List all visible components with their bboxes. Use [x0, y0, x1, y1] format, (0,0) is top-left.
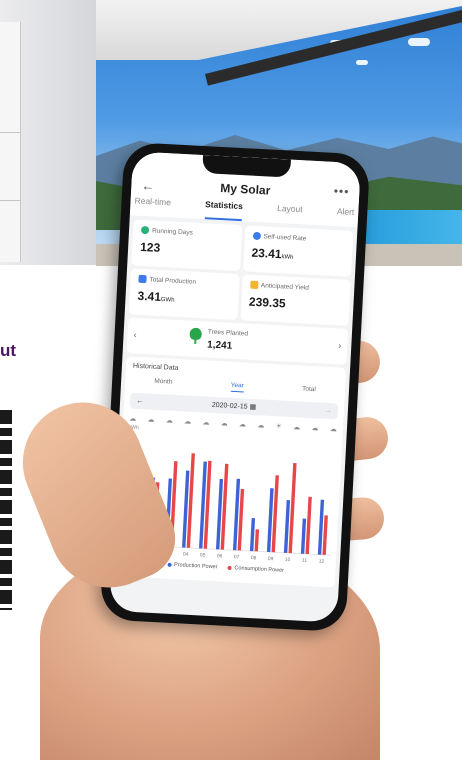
chevron-left-icon[interactable]: ‹ [133, 330, 137, 340]
card-running-days[interactable]: Running Days 123 [131, 219, 242, 272]
card-label-row: Self-used Rate [252, 231, 345, 245]
card-self-used-rate[interactable]: Self-used Rate 23.41kWh [242, 225, 354, 277]
more-icon[interactable]: ••• [333, 184, 349, 199]
bar-consumption-11[interactable] [305, 496, 312, 555]
card-value: 23.41kWh [251, 246, 344, 265]
cloud-icon: ☁ [202, 419, 210, 427]
cloud [408, 38, 430, 46]
card-label-row: Anticipated Yield [249, 280, 343, 294]
x-tick-label: 05 [200, 552, 206, 558]
card-total-production[interactable]: Total Production 3.41GWh [128, 268, 240, 321]
bar-consumption-10[interactable] [288, 462, 297, 554]
card-label: Total Production [149, 275, 197, 286]
x-tick-label: 04 [183, 552, 189, 558]
tab-layout[interactable]: Layout [276, 203, 303, 224]
bar-consumption-12[interactable] [322, 515, 328, 555]
tab-month[interactable]: Month [154, 378, 172, 389]
card-value-number: 123 [139, 239, 161, 255]
card-value: 123 [140, 240, 233, 259]
legend-swatch [227, 565, 232, 571]
stack-icon [138, 274, 147, 284]
tab-alert[interactable]: Alert [336, 206, 355, 227]
card-unit: kWh [281, 254, 294, 261]
cloud-icon: ☁ [147, 416, 155, 424]
bar-consumption-09[interactable] [271, 475, 279, 553]
cloud-icon: ☁ [183, 418, 192, 426]
card-label: Self-used Rate [263, 232, 307, 243]
x-tick-label: 09 [268, 556, 274, 562]
tree-icon [189, 327, 203, 341]
section-title: Historical Data [132, 362, 179, 373]
side-text: ut [0, 341, 17, 360]
card-label: Anticipated Yield [260, 281, 310, 292]
legend-label: Production Power [173, 562, 218, 571]
bar-production-11[interactable] [300, 518, 307, 554]
bar-consumption-08[interactable] [254, 529, 260, 552]
cloud [356, 60, 368, 65]
card-label: Running Days [151, 226, 194, 237]
legend-item: Consumption Power [227, 565, 284, 574]
cloud-icon: ☁ [311, 425, 319, 433]
trees-value: 1,241 [206, 339, 233, 352]
tab-total[interactable]: Total [302, 386, 316, 397]
cloud-icon: ☁ [128, 415, 137, 423]
cloud-icon: ☁ [220, 420, 228, 428]
clock-icon [140, 225, 150, 235]
card-unit: GWh [160, 297, 175, 304]
x-tick-label: 08 [251, 555, 257, 561]
legend-item: Production Power [167, 562, 218, 571]
tab-year[interactable]: Year [230, 381, 244, 393]
bar-consumption-06[interactable] [220, 463, 229, 550]
trees-label: Trees Planted [207, 328, 249, 338]
sun-icon: ☀ [275, 423, 283, 431]
cloud-icon: ☁ [257, 422, 265, 430]
cloud-icon: ☁ [165, 417, 173, 425]
card-value: 3.41GWh [137, 289, 230, 308]
date-label[interactable]: 2020-02-15 ▦ [130, 397, 338, 416]
battery-panel [0, 22, 21, 262]
x-tick-label: 07 [234, 554, 240, 560]
tab-statistics[interactable]: Statistics [204, 199, 244, 222]
date-value: 2020-02-15 [211, 401, 248, 411]
x-tick-label: 10 [285, 557, 291, 563]
card-value-number: 239.35 [248, 294, 287, 311]
calendar-icon: ▦ [249, 403, 257, 412]
legend-swatch [167, 562, 172, 567]
x-tick-label: 06 [217, 553, 223, 559]
qr-code-fragment [0, 410, 12, 610]
arrow-right-icon[interactable]: → [324, 406, 332, 415]
pie-icon [252, 231, 261, 241]
card-value: 239.35 [249, 295, 342, 314]
cloud-icon: ☁ [293, 424, 301, 432]
card-label-row: Running Days [140, 225, 234, 239]
bar-production-08[interactable] [249, 518, 256, 552]
coins-icon [249, 280, 259, 290]
stat-cards: Running Days 123 Self-used Rate 23.41kWh… [125, 215, 358, 326]
card-label-row: Total Production [138, 274, 231, 288]
tab-real-time[interactable]: Real-time [134, 195, 171, 217]
card-value-number: 23.41 [251, 245, 282, 262]
x-tick-label: 11 [302, 558, 308, 564]
cloud-icon: ☁ [329, 426, 337, 434]
chevron-right-icon[interactable]: › [338, 340, 342, 350]
cloud-icon: ☁ [238, 421, 247, 429]
card-value-number: 3.41 [137, 288, 162, 304]
x-tick-label: 12 [319, 559, 325, 565]
card-anticipated-yield[interactable]: Anticipated Yield 239.35 [240, 274, 351, 326]
legend-label: Consumption Power [234, 565, 285, 574]
